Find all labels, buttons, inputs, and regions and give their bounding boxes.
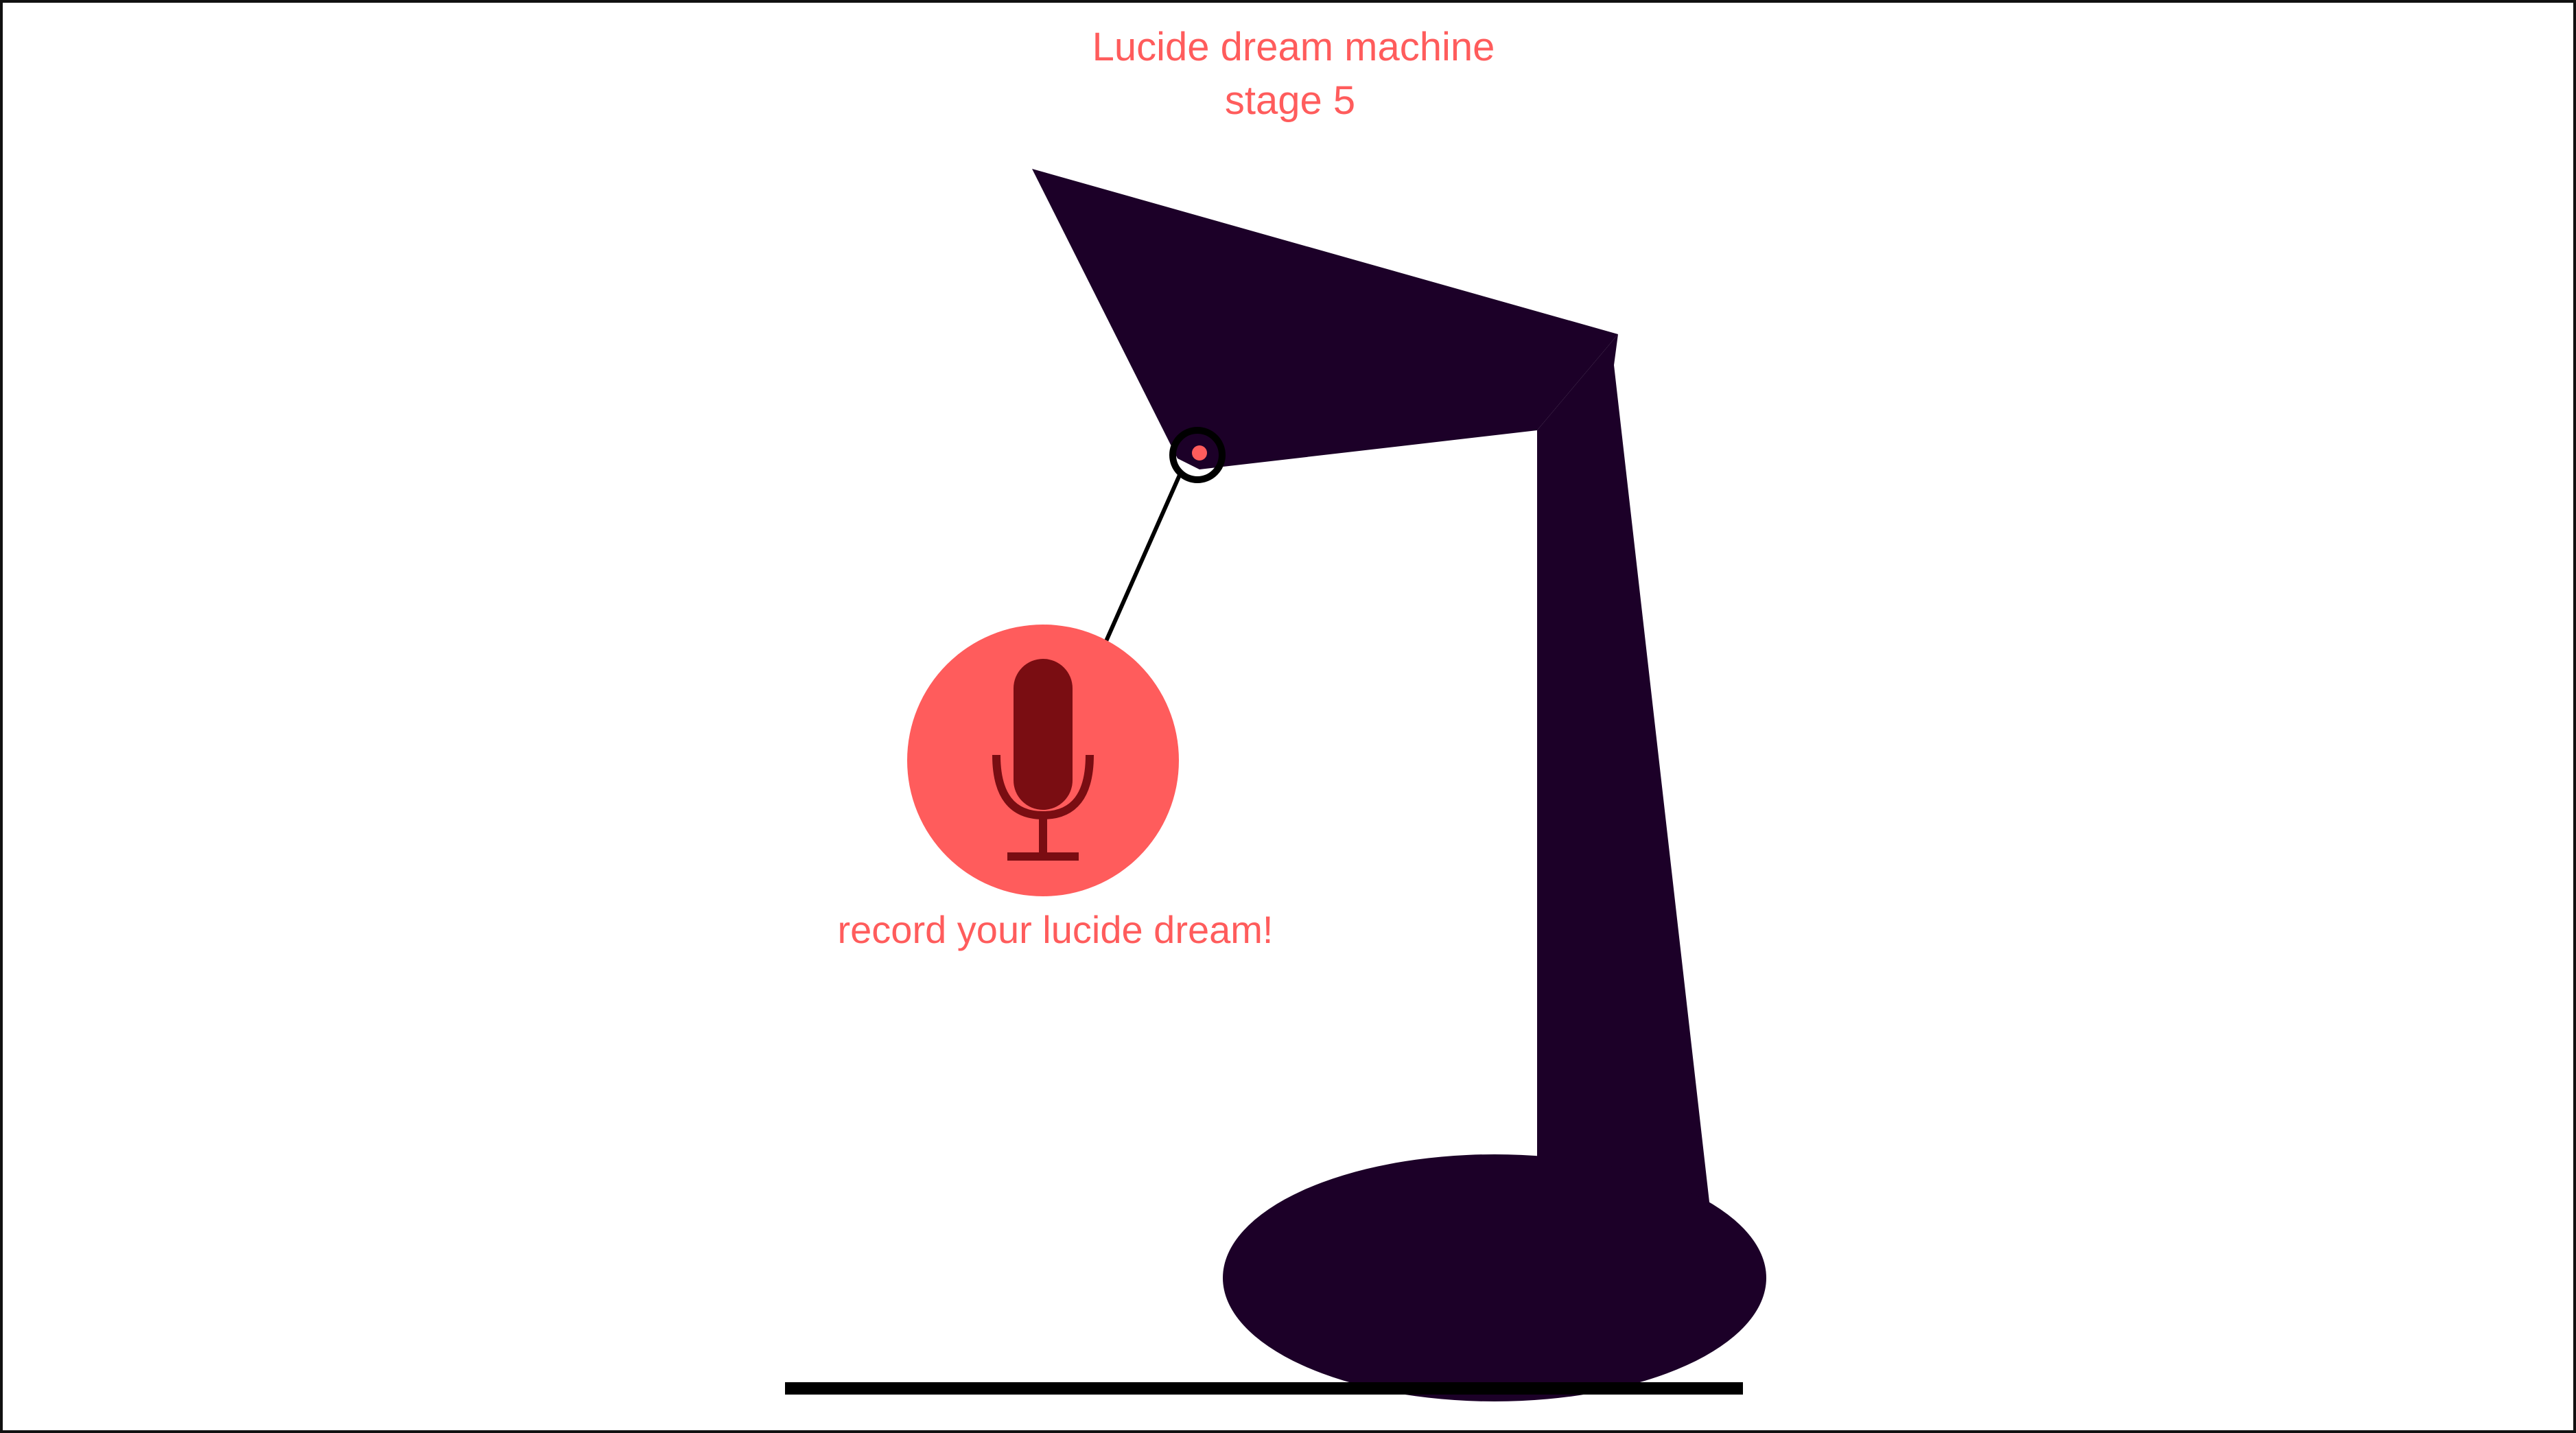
- mic-cord: [1104, 472, 1182, 642]
- app-window: Lucide dream machine stage 5 record your…: [0, 0, 2576, 1433]
- record-prompt-label: record your lucide dream!: [838, 908, 1274, 951]
- record-button[interactable]: [907, 625, 1179, 896]
- lamp-scene: Lucide dream machine stage 5 record your…: [0, 0, 2576, 1433]
- mic-capsule: [1014, 659, 1073, 810]
- lamp-shade: [1032, 169, 1618, 469]
- floor-line: [785, 1382, 1743, 1395]
- page-subtitle-stage: stage 5: [1225, 78, 1355, 123]
- lamp-base: [1223, 1154, 1766, 1401]
- lamp-arm: [1537, 334, 1710, 1208]
- page-title: Lucide dream machine: [1092, 25, 1495, 69]
